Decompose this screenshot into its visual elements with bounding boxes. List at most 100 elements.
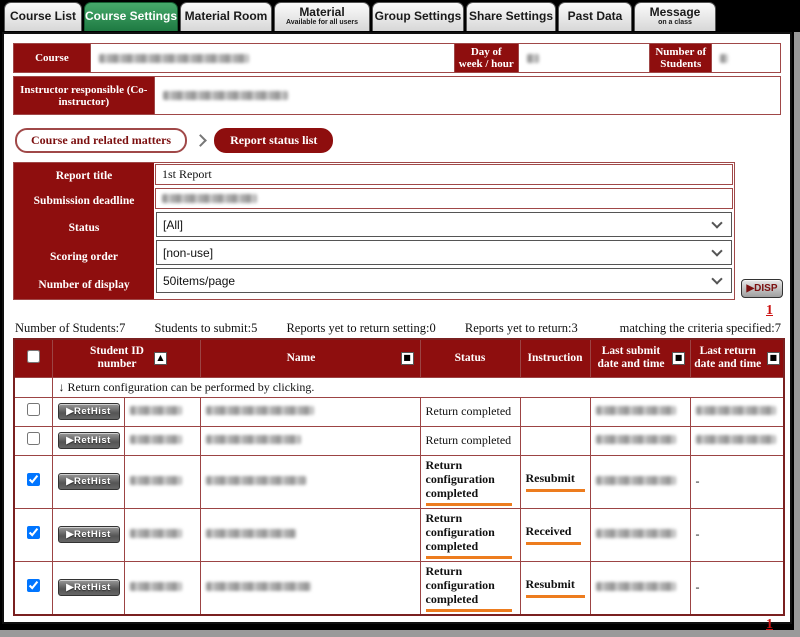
status-text: Return completed bbox=[426, 433, 512, 447]
number-of-display-select[interactable]: 50items/page bbox=[156, 268, 732, 293]
tab-material[interactable]: Material Available for all users bbox=[274, 2, 370, 31]
report-title-label: Report title bbox=[14, 163, 154, 188]
status-text: Return completed bbox=[426, 404, 512, 418]
status-select-value: [All] bbox=[163, 218, 183, 232]
status-cell: Return configuration completed bbox=[420, 455, 520, 508]
row-checkbox[interactable] bbox=[27, 403, 40, 416]
stat-students-to-submit: Students to submit:5 bbox=[155, 321, 258, 335]
student-id-header: Student ID number ▲ bbox=[52, 339, 200, 377]
tab-group-settings[interactable]: Group Settings bbox=[372, 2, 464, 31]
scoring-order-select[interactable]: [non-use] bbox=[156, 240, 732, 265]
sort-icon[interactable]: ■ bbox=[401, 352, 414, 365]
row-checkbox[interactable] bbox=[27, 579, 40, 592]
table-row: ▶RetHist Return completed bbox=[14, 426, 784, 455]
rethist-button[interactable]: ▶RetHist bbox=[58, 473, 120, 490]
tab-label: Group Settings bbox=[375, 10, 462, 23]
select-all-header bbox=[14, 339, 52, 377]
tab-sublabel: on a class bbox=[658, 19, 692, 27]
redacted-student-name bbox=[206, 582, 311, 591]
instruction-header: Instruction bbox=[520, 339, 590, 377]
sort-icon[interactable]: ■ bbox=[767, 352, 780, 365]
row-checkbox[interactable] bbox=[27, 432, 40, 445]
tab-label: Course List bbox=[10, 10, 76, 23]
sort-ascending-icon[interactable]: ▲ bbox=[154, 352, 167, 365]
table-row: ▶RetHist Return configuration completed … bbox=[14, 508, 784, 561]
tab-label: Material Room bbox=[185, 10, 268, 23]
number-of-display-select-value: 50items/page bbox=[163, 274, 235, 288]
redacted-student-id bbox=[130, 435, 182, 444]
status-select[interactable]: [All] bbox=[156, 212, 732, 237]
table-row: ▶RetHist Return configuration completed … bbox=[14, 561, 784, 615]
table-note: ↓ Return configuration can be performed … bbox=[52, 377, 784, 397]
scoring-order-select-value: [non-use] bbox=[163, 246, 213, 260]
instructor-label: Instructor responsible (Co-instructor) bbox=[13, 76, 155, 115]
redacted-last-submit bbox=[596, 476, 676, 485]
name-header-label: Name bbox=[207, 352, 396, 365]
chevron-down-icon bbox=[711, 273, 722, 284]
redacted-count bbox=[720, 54, 728, 63]
instructor-info-row: Instructor responsible (Co-instructor) bbox=[13, 76, 781, 115]
breadcrumb-parent-link[interactable]: Course and related matters bbox=[15, 128, 187, 153]
instruction-text-highlighted: Resubmit bbox=[526, 471, 585, 492]
breadcrumb-current: Report status list bbox=[214, 128, 333, 153]
scoring-order-label: Scoring order bbox=[14, 242, 154, 271]
redacted-last-submit bbox=[596, 582, 676, 591]
stat-matching-criteria: matching the criteria specified:7 bbox=[620, 321, 781, 336]
redacted-day bbox=[527, 54, 539, 63]
last-return-cell: - bbox=[690, 508, 784, 561]
instructor-value bbox=[155, 76, 781, 115]
rethist-button[interactable]: ▶RetHist bbox=[58, 579, 120, 596]
tab-past-data[interactable]: Past Data bbox=[558, 2, 632, 31]
page-number-link[interactable]: 1 bbox=[766, 303, 773, 318]
tab-material-room[interactable]: Material Room bbox=[180, 2, 272, 31]
instruction-cell bbox=[520, 426, 590, 455]
number-of-display-label: Number of display bbox=[14, 271, 154, 299]
breadcrumb: Course and related matters Report status… bbox=[15, 128, 781, 153]
instruction-cell: Resubmit bbox=[520, 455, 590, 508]
tab-course-list[interactable]: Course List bbox=[4, 2, 82, 31]
redacted-instructor-name bbox=[163, 91, 288, 100]
student-id-header-label: Student ID number bbox=[85, 345, 149, 371]
rethist-button[interactable]: ▶RetHist bbox=[58, 526, 120, 543]
course-label: Course bbox=[13, 43, 91, 73]
redacted-deadline bbox=[162, 194, 257, 203]
sort-icon[interactable]: ■ bbox=[672, 352, 685, 365]
last-return-header: Last return date and time ■ bbox=[690, 339, 784, 377]
last-submit-header: Last submit date and time■ bbox=[590, 339, 690, 377]
status-text-highlighted: Return configuration completed bbox=[426, 511, 512, 559]
tab-label: Past Data bbox=[568, 10, 623, 23]
status-cell: Return completed bbox=[420, 397, 520, 426]
stats-bar: Number of Students:7 Students to submit:… bbox=[15, 321, 781, 336]
form-value-column: 1st Report [All] [non-use] 50items/page bbox=[154, 163, 734, 299]
disp-button[interactable]: ▶DISP bbox=[741, 279, 783, 298]
tab-label: Message bbox=[650, 6, 701, 19]
row-checkbox[interactable] bbox=[27, 526, 40, 539]
select-all-checkbox[interactable] bbox=[27, 350, 40, 363]
last-return-cell: - bbox=[690, 455, 784, 508]
table-row: ▶RetHist Return configuration completed … bbox=[14, 455, 784, 508]
stat-number-of-students: Number of Students:7 bbox=[15, 321, 125, 335]
status-header: Status bbox=[420, 339, 520, 377]
instruction-cell: Received bbox=[520, 508, 590, 561]
pagination-top: 1 bbox=[13, 303, 781, 320]
status-cell: Return configuration completed bbox=[420, 561, 520, 615]
redacted-student-id bbox=[130, 406, 182, 415]
tab-message[interactable]: Message on a class bbox=[634, 2, 716, 31]
window-edge bbox=[794, 32, 800, 637]
app-window: Course List Course Settings Material Roo… bbox=[0, 0, 800, 637]
instruction-cell: Resubmit bbox=[520, 561, 590, 615]
rethist-button[interactable]: ▶RetHist bbox=[58, 403, 120, 420]
stat-reports-yet-to-return-setting: Reports yet to return setting:0 bbox=[286, 321, 435, 335]
redacted-student-name bbox=[206, 406, 314, 415]
report-title-value: 1st Report bbox=[155, 164, 733, 185]
report-filter-section: Report title Submission deadline Status … bbox=[13, 162, 783, 300]
submission-deadline-label: Submission deadline bbox=[14, 188, 154, 213]
tab-course-settings[interactable]: Course Settings bbox=[84, 2, 178, 31]
table-row: ▶RetHist Return completed bbox=[14, 397, 784, 426]
tab-label: Material bbox=[299, 6, 344, 19]
tab-share-settings[interactable]: Share Settings bbox=[466, 2, 556, 31]
last-return-header-label: Last return date and time bbox=[694, 345, 762, 371]
rethist-button[interactable]: ▶RetHist bbox=[58, 432, 120, 449]
row-checkbox[interactable] bbox=[27, 473, 40, 486]
page-number-link[interactable]: 1 bbox=[766, 617, 773, 632]
